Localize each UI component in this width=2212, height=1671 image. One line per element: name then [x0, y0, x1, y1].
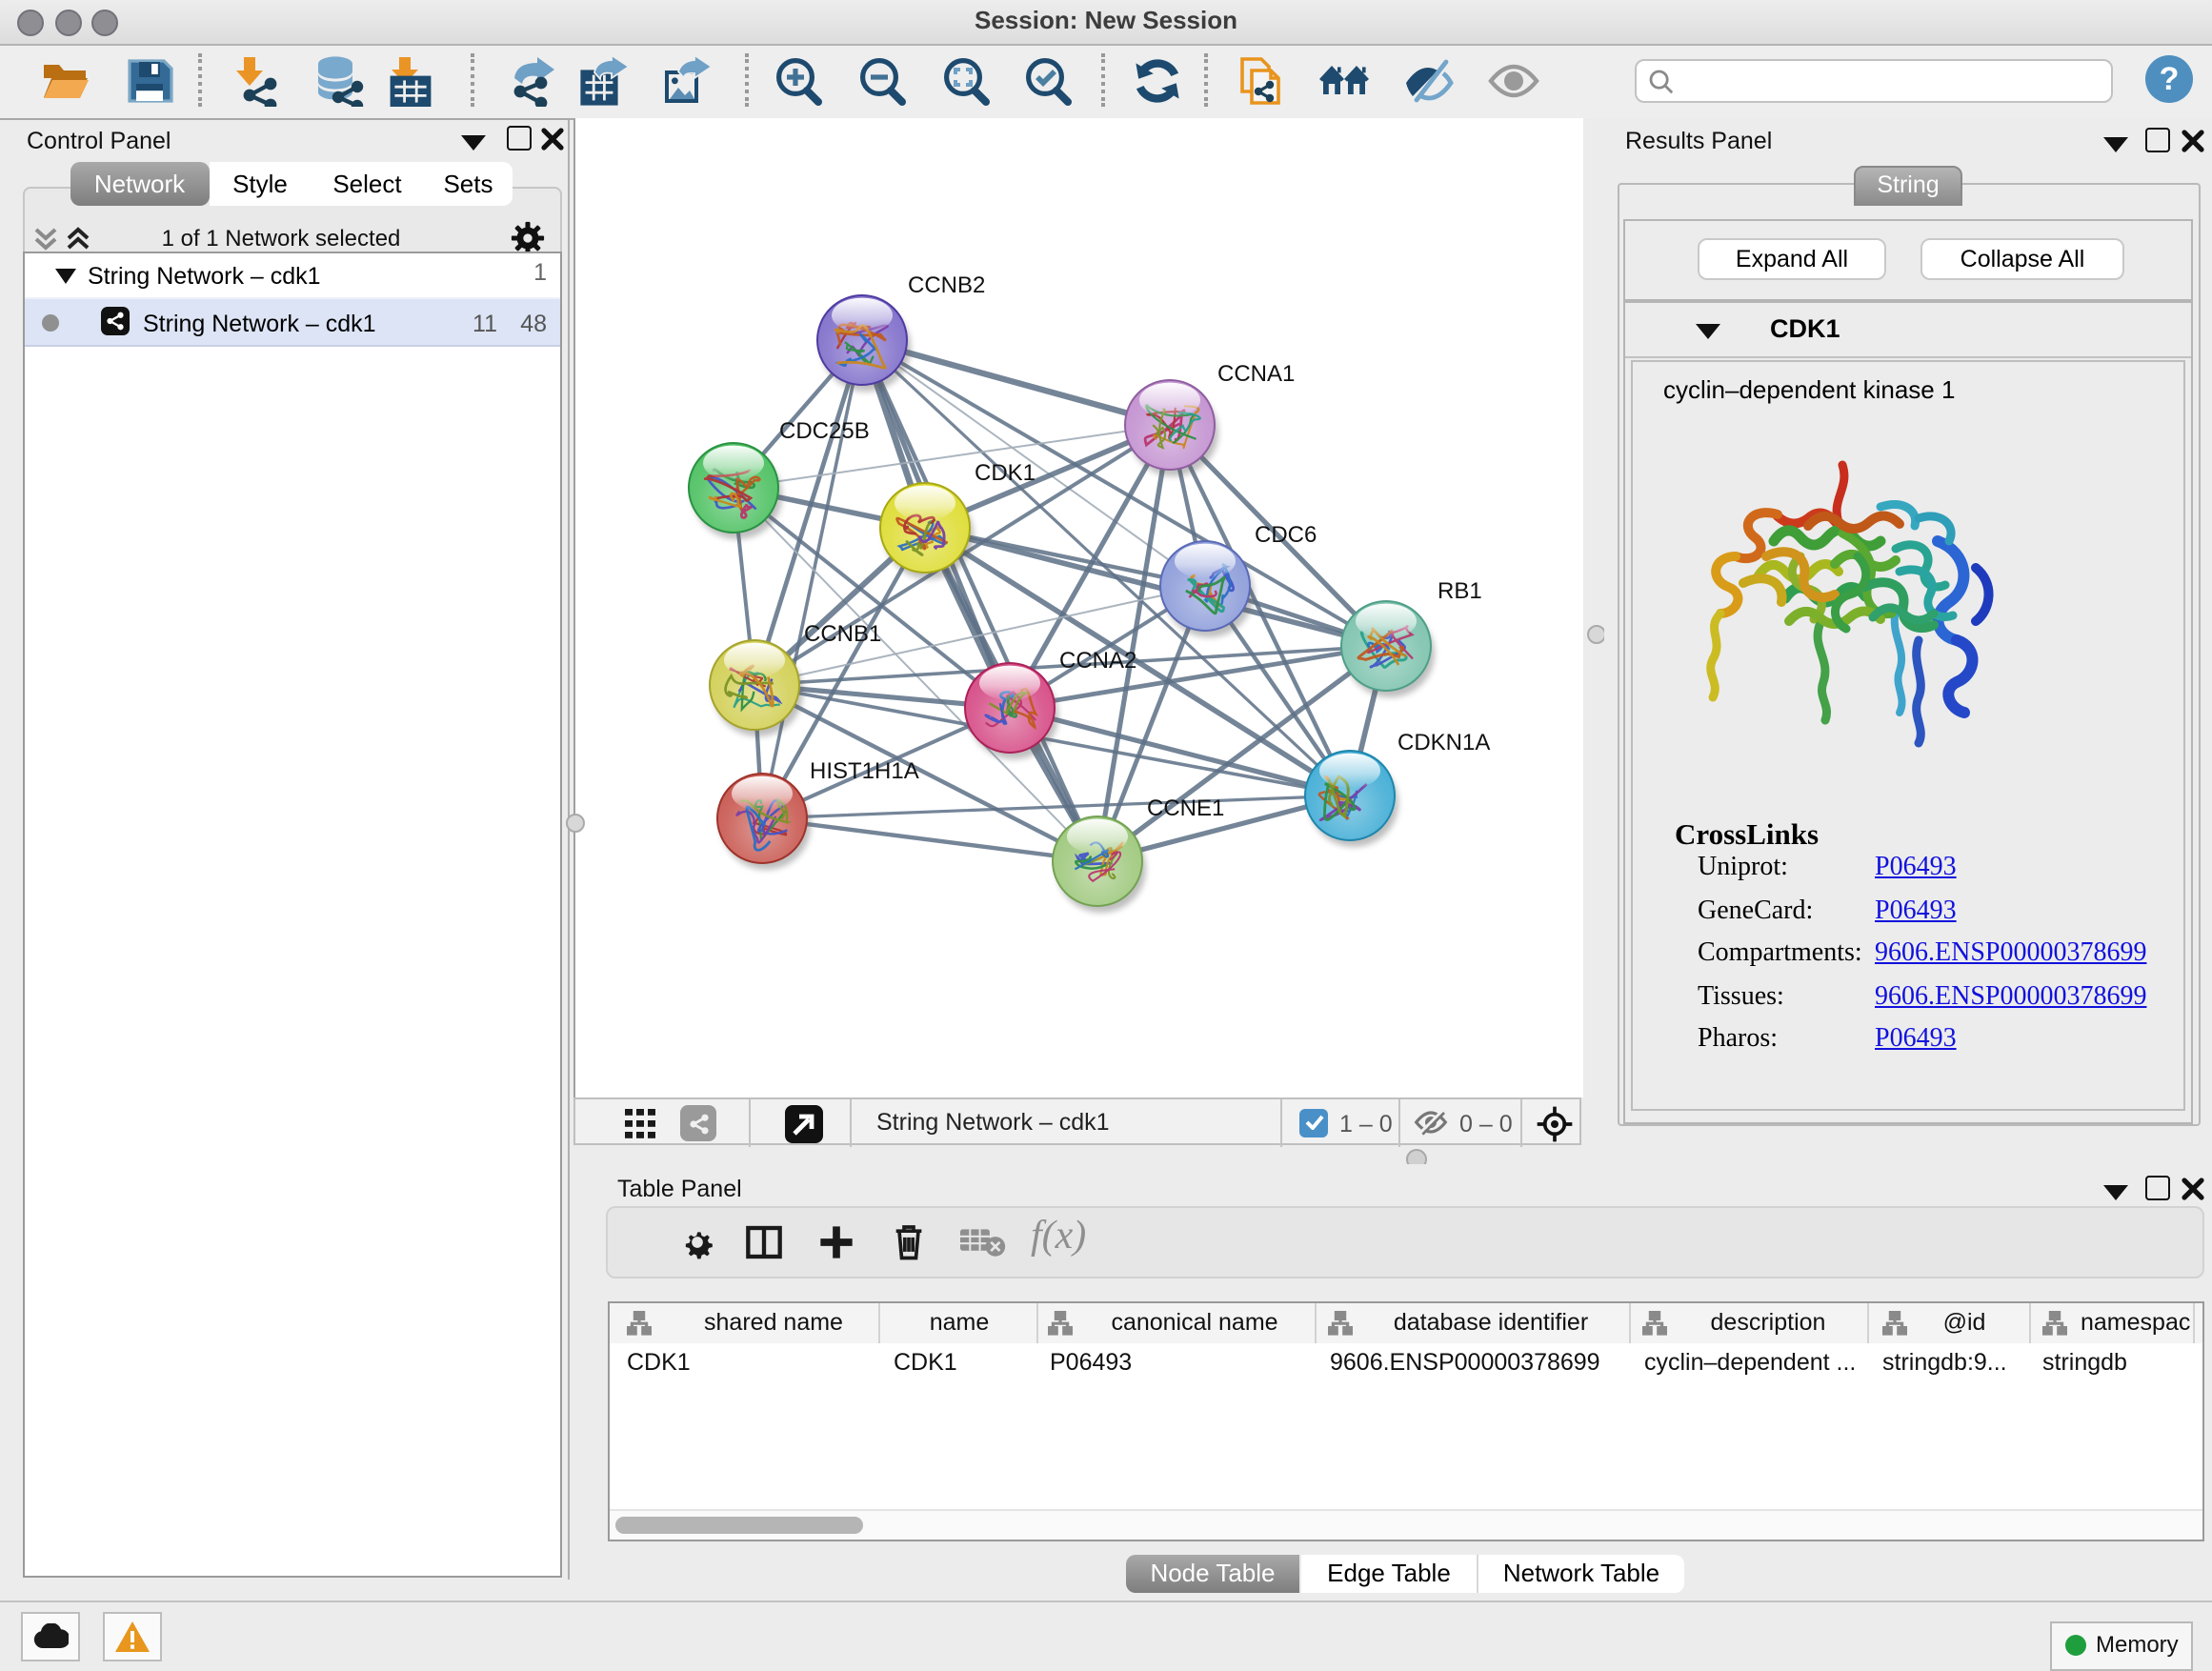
svg-text:CDKN1A: CDKN1A — [1398, 730, 1490, 755]
svg-text:RB1: RB1 — [1438, 578, 1482, 604]
svg-text:HIST1H1A: HIST1H1A — [810, 758, 919, 784]
svg-text:CCNA1: CCNA1 — [1217, 361, 1295, 387]
svg-text:CDC6: CDC6 — [1255, 522, 1317, 548]
svg-text:CDK1: CDK1 — [975, 460, 1036, 486]
svg-text:CCNB1: CCNB1 — [804, 621, 881, 647]
svg-text:CDC25B: CDC25B — [779, 418, 870, 444]
svg-text:CCNB2: CCNB2 — [908, 272, 985, 298]
svg-text:CCNE1: CCNE1 — [1147, 795, 1224, 821]
svg-text:CCNA2: CCNA2 — [1059, 648, 1136, 674]
